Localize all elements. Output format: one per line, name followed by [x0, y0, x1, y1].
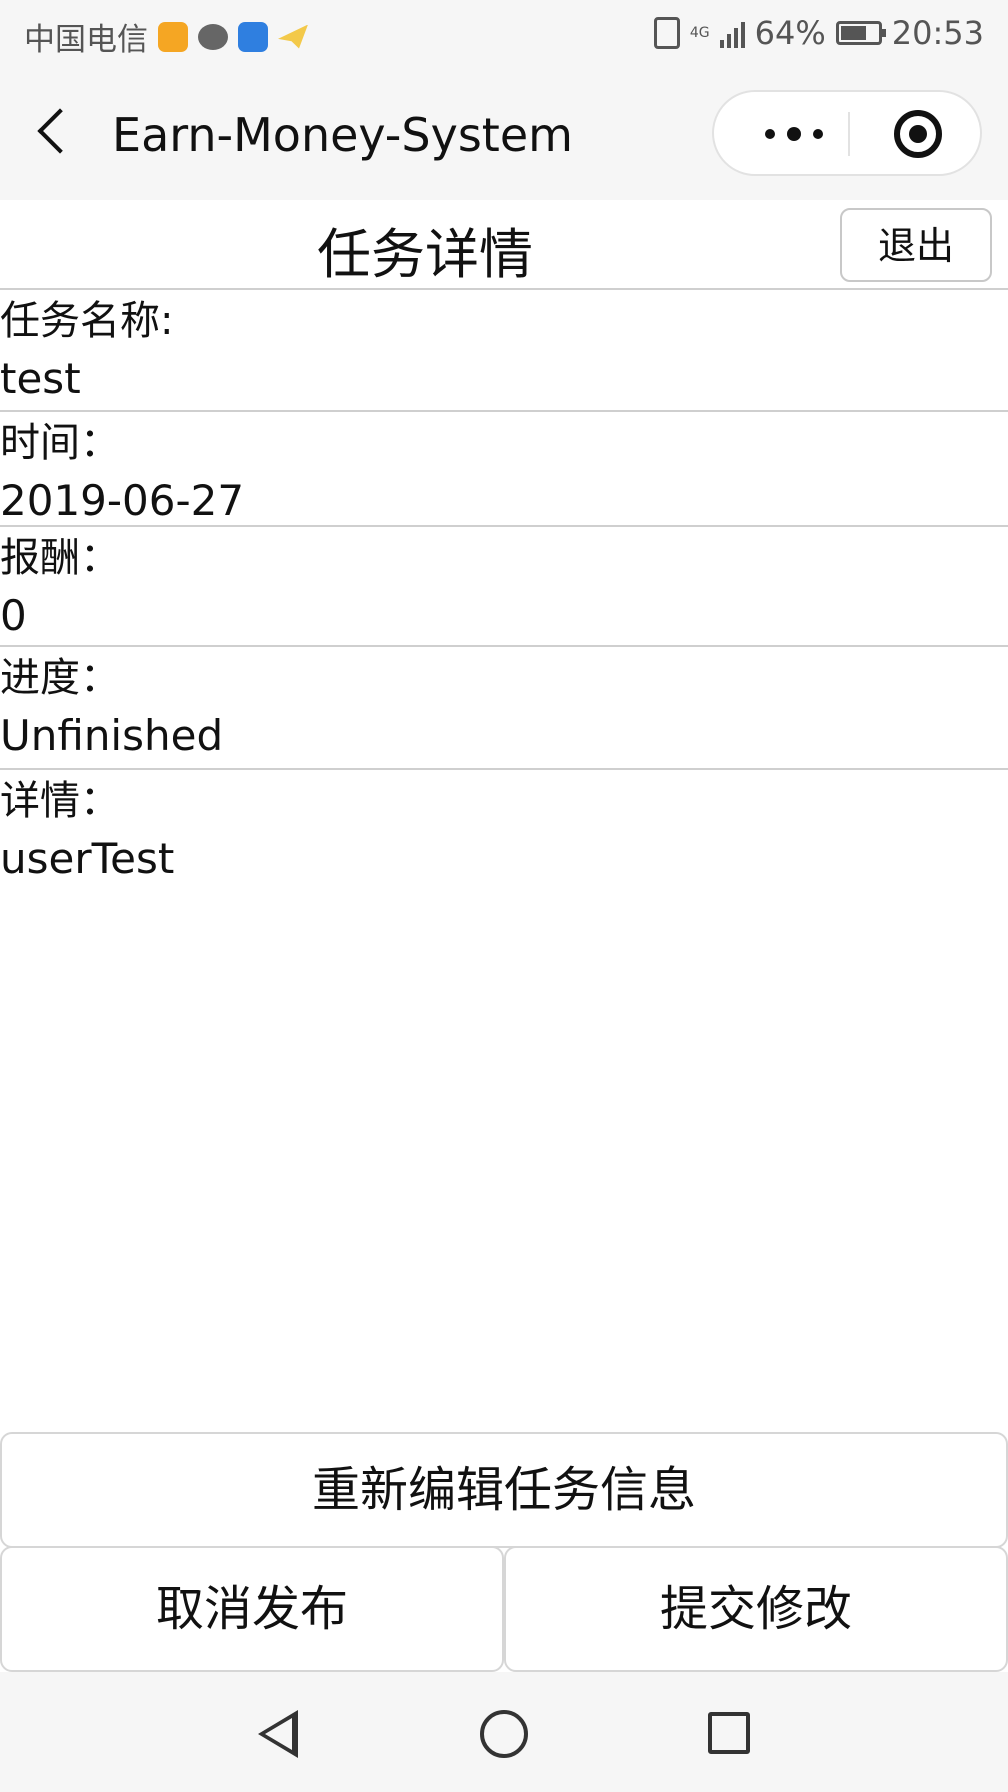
- exit-button[interactable]: 退出: [840, 208, 992, 282]
- status-bar: 中国电信 4G 64% 20:53: [0, 0, 1008, 70]
- nav-bar: Earn-Money-System: [0, 70, 1008, 200]
- field-task-name: 任务名称: test: [0, 290, 1008, 412]
- task-detail-page: 任务详情 退出 任务名称: test 时间： 2019-06-27 报酬： 0 …: [0, 200, 1008, 1672]
- submit-changes-button[interactable]: 提交修改: [504, 1546, 1008, 1672]
- edit-task-button[interactable]: 重新编辑任务信息: [0, 1432, 1008, 1548]
- shield-icon: [238, 21, 268, 52]
- field-label: 任务名称:: [0, 298, 174, 344]
- capsule-divider: [848, 112, 850, 156]
- carrier-name: 中国电信: [24, 22, 148, 58]
- battery-percent: 64%: [754, 14, 826, 52]
- chat-icon: [198, 23, 228, 50]
- system-nav-bar: [0, 1672, 1008, 1792]
- cancel-publish-button[interactable]: 取消发布: [0, 1546, 504, 1672]
- field-details: 详情： userTest: [0, 770, 1008, 890]
- nav-recent-icon[interactable]: [708, 1712, 750, 1754]
- target-icon[interactable]: [894, 110, 942, 158]
- status-left: 中国电信: [24, 14, 308, 59]
- field-progress: 进度： Unfinished: [0, 647, 1008, 770]
- field-value: userTest: [0, 834, 175, 883]
- battery-icon: [835, 21, 886, 45]
- field-label: 时间：: [0, 420, 120, 466]
- back-icon[interactable]: [37, 108, 83, 154]
- more-icon[interactable]: [754, 120, 834, 148]
- nav-back-icon[interactable]: [258, 1710, 298, 1758]
- vibrate-icon: [653, 17, 680, 49]
- field-label: 报酬：: [0, 535, 120, 581]
- field-value: 2019-06-27: [0, 476, 245, 525]
- signal-icon: [719, 18, 745, 48]
- field-label: 详情：: [0, 778, 120, 824]
- plane-icon: [278, 24, 308, 49]
- status-right: 4G 64% 20:53: [653, 14, 984, 52]
- app-title: Earn-Money-System: [112, 108, 573, 162]
- page-title: 任务详情: [317, 223, 533, 286]
- field-value: Unfinished: [0, 711, 224, 760]
- field-label: 进度：: [0, 655, 120, 701]
- clock: 20:53: [891, 14, 984, 52]
- capsule-menu: [712, 90, 982, 176]
- field-value: test: [0, 354, 81, 403]
- app-notification-icon: [158, 21, 188, 52]
- network-type: 4G: [689, 25, 710, 41]
- page-header: 任务详情 退出: [0, 200, 1008, 290]
- nav-home-icon[interactable]: [480, 1710, 528, 1758]
- field-value: 0: [0, 591, 27, 640]
- field-reward: 报酬： 0: [0, 527, 1008, 647]
- field-time: 时间： 2019-06-27: [0, 412, 1008, 527]
